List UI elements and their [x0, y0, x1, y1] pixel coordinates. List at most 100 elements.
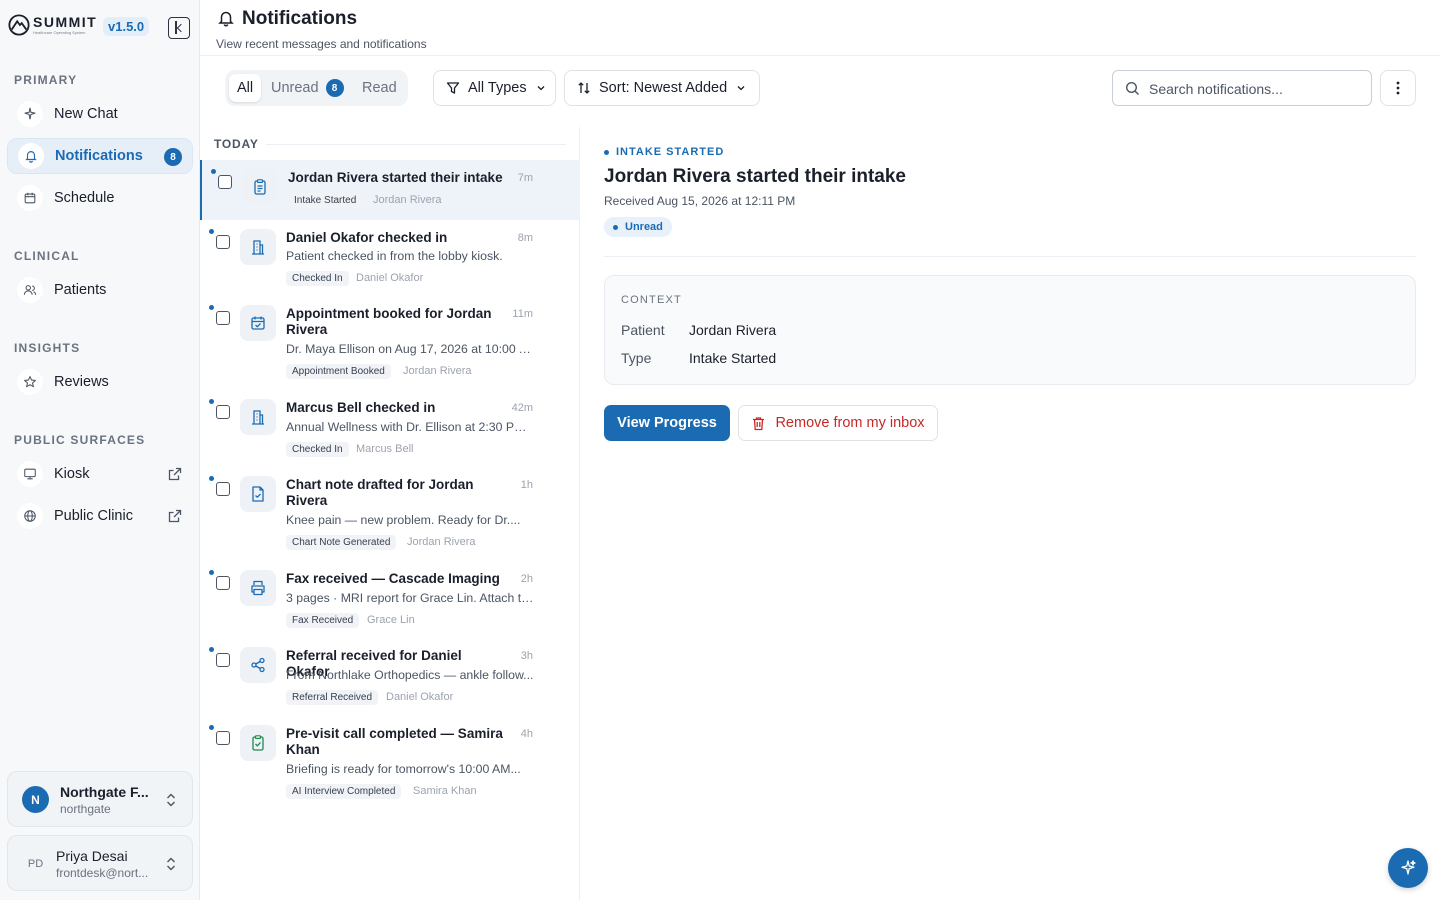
notification-description: Briefing is ready for tomorrow's 10:00 A…	[286, 762, 521, 776]
sidebar-item-patients[interactable]: Patients	[7, 272, 193, 308]
divider	[604, 256, 1416, 257]
external-link-icon	[168, 467, 182, 481]
context-value: Intake Started	[689, 350, 777, 366]
unread-indicator	[209, 399, 214, 404]
clipboard-check-icon	[240, 725, 276, 761]
notification-type-tag: Intake Started	[288, 193, 363, 208]
filter-unread-button[interactable]: Unread 8	[263, 74, 352, 102]
sidebar-item-kiosk[interactable]: Kiosk	[7, 456, 193, 492]
notification-title: Fax received — Cascade Imaging	[286, 571, 500, 586]
sidebar-item-notifications[interactable]: Notifications 8	[7, 138, 193, 174]
type-filter-dropdown[interactable]: All Types	[433, 70, 556, 106]
notification-item[interactable]: Jordan Rivera started their intake 7m In…	[200, 160, 580, 220]
notification-item[interactable]: Marcus Bell checked in 42m Annual Wellne…	[200, 390, 580, 467]
calendar-check-icon	[240, 305, 276, 341]
notification-description: 3 pages · MRI report for Grace Lin. Atta…	[286, 591, 534, 605]
section-label-primary: PRIMARY	[14, 73, 78, 87]
sidebar-item-new-chat[interactable]: New Chat	[7, 96, 193, 132]
notification-time: 1h	[520, 479, 533, 491]
calendar-icon	[17, 185, 43, 211]
notification-title: Marcus Bell checked in	[286, 400, 436, 415]
select-checkbox[interactable]	[216, 731, 230, 745]
notification-item[interactable]: Daniel Okafor checked in 8m Patient chec…	[200, 220, 580, 296]
select-checkbox[interactable]	[216, 405, 230, 419]
sidebar-item-public-clinic[interactable]: Public Clinic	[7, 498, 193, 534]
monitor-icon	[17, 461, 43, 487]
select-checkbox[interactable]	[216, 311, 230, 325]
filter-all-button[interactable]: All	[229, 74, 262, 102]
remove-from-inbox-button[interactable]: Remove from my inbox	[738, 405, 938, 441]
sparkle-icon	[1401, 860, 1416, 875]
notification-item[interactable]: Pre-visit call completed — Samira Khan 4…	[200, 716, 580, 810]
detail-type-text: INTAKE STARTED	[616, 146, 725, 158]
search-box	[1112, 70, 1372, 106]
unread-indicator	[209, 570, 214, 575]
sidebar-item-label: Notifications	[55, 148, 143, 164]
notification-person: Marcus Bell	[356, 443, 414, 455]
notification-time: 11m	[512, 308, 533, 320]
section-label-public-surfaces: PUBLIC SURFACES	[14, 433, 146, 447]
notification-title: Pre-visit call completed — Samira Khan	[286, 726, 503, 757]
select-checkbox[interactable]	[216, 576, 230, 590]
notification-title: Appointment booked for Jordan Rivera	[286, 306, 492, 337]
unread-indicator	[211, 169, 216, 174]
sort-dropdown[interactable]: Sort: Newest Added	[564, 70, 760, 106]
notification-list: TODAY Jordan Rivera started their intake…	[200, 127, 580, 900]
notification-time: 4h	[520, 728, 533, 740]
ai-assistant-button[interactable]	[1388, 848, 1428, 888]
search-input[interactable]	[1149, 79, 1359, 99]
sort-label: Sort: Newest Added	[599, 80, 728, 96]
notification-person: Jordan Rivera	[403, 365, 472, 377]
notification-time: 3h	[520, 650, 533, 662]
select-checkbox[interactable]	[216, 653, 230, 667]
read-filter-segmented-control: All Unread 8 Read	[225, 70, 408, 106]
user-email: frontdesk@nort...	[56, 866, 149, 880]
org-slug: northgate	[60, 802, 111, 816]
context-label: CONTEXT	[621, 294, 682, 306]
detail-title: Jordan Rivera started their intake	[604, 166, 906, 187]
page-title: Notifications	[242, 8, 358, 29]
chevron-down-icon	[737, 86, 745, 91]
sidebar-item-label: Reviews	[54, 374, 109, 390]
context-key: Type	[621, 350, 652, 366]
notification-time: 7m	[517, 172, 533, 184]
user-name: Priya Desai	[56, 848, 128, 864]
notification-item[interactable]: Referral received for Daniel Okafor 3h F…	[200, 638, 580, 716]
notification-item[interactable]: Appointment booked for Jordan Rivera 11m…	[200, 296, 580, 390]
more-options-button[interactable]	[1380, 70, 1416, 106]
unread-indicator	[209, 305, 214, 310]
file-check-icon	[240, 476, 276, 512]
select-checkbox[interactable]	[216, 235, 230, 249]
brand-subtitle: Healthcare Operating System	[33, 30, 86, 35]
section-label-clinical: CLINICAL	[14, 249, 80, 263]
notification-time: 42m	[511, 402, 533, 414]
filter-read-button[interactable]: Read	[354, 74, 405, 102]
view-progress-button[interactable]: View Progress	[604, 405, 730, 441]
notification-item[interactable]: Fax received — Cascade Imaging 2h 3 page…	[200, 561, 580, 638]
context-key: Patient	[621, 322, 665, 338]
notification-time: 2h	[520, 573, 533, 585]
context-value: Jordan Rivera	[689, 322, 777, 338]
globe-icon	[17, 503, 43, 529]
select-checkbox[interactable]	[216, 482, 230, 496]
notification-type-tag: AI Interview Completed	[286, 784, 402, 799]
select-checkbox[interactable]	[218, 175, 232, 189]
page-subtitle: View recent messages and notifications	[216, 37, 427, 51]
notification-description: Dr. Maya Ellison on Aug 17, 2026 at 10:0…	[286, 342, 534, 356]
page-header: Notifications View recent messages and n…	[200, 0, 1440, 56]
chevron-up-down-icon	[167, 857, 175, 871]
user-switcher[interactable]: PD Priya Desai frontdesk@nort...	[7, 835, 193, 891]
notification-title: Chart note drafted for Jordan Rivera	[286, 477, 474, 508]
notification-time: 8m	[517, 232, 533, 244]
sidebar-item-label: Kiosk	[54, 466, 90, 482]
sidebar-item-schedule[interactable]: Schedule	[7, 180, 193, 216]
search-icon	[1125, 81, 1139, 95]
collapse-sidebar-button[interactable]	[168, 17, 190, 39]
sidebar-item-reviews[interactable]: Reviews	[7, 364, 193, 400]
notification-person: Grace Lin	[367, 614, 415, 626]
brand[interactable]: SUMMIT Healthcare Operating System	[8, 14, 97, 36]
bell-icon	[18, 143, 44, 169]
organization-switcher[interactable]: N Northgate F... northgate	[7, 771, 193, 827]
summit-logo-icon	[8, 14, 30, 36]
notification-item[interactable]: Chart note drafted for Jordan Rivera 1h …	[200, 467, 580, 561]
